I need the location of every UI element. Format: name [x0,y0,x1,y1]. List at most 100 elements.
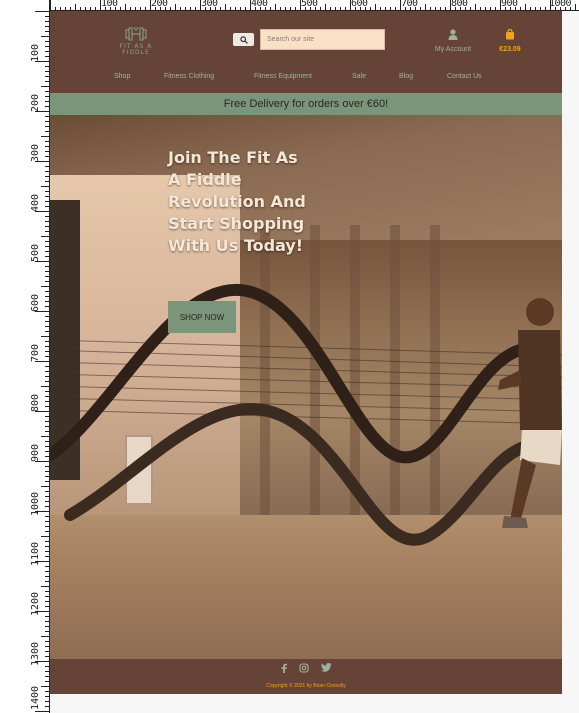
ruler-label: 1400 [30,685,41,710]
dumbbell-logo-icon [125,26,147,41]
ruler-tick [545,7,546,10]
shop-now-button[interactable]: SHOP NOW [168,301,236,333]
web-page: FIT AS A FIDDLE Search our site My Accou… [50,11,562,694]
social-links [50,663,562,676]
ruler-tick [450,0,451,10]
ruler-tick [41,436,50,437]
nav-item-contact-us[interactable]: Contact Us [447,73,482,80]
copyright-text: Copyright © 2021 by Brian Connolly [266,683,346,689]
ruler-label: 1100 [30,541,41,566]
ruler-label: 1200 [30,591,41,616]
my-account-link[interactable]: My Account [430,25,476,53]
nav-item-sale[interactable]: Sale [352,73,366,80]
ruler-tick [100,0,101,10]
ruler-tick [41,686,50,687]
ruler-tick [530,7,531,10]
ruler-tick [380,7,381,10]
delivery-banner: Free Delivery for orders over €60! [50,93,562,115]
nav-item-fitness-equipment[interactable]: Fitness Equipment [254,73,312,80]
ruler-tick [310,7,311,10]
ruler-tick [190,7,191,10]
ruler-tick [370,7,371,10]
main-nav: Shop Fitness Clothing Fitness Equipment … [50,73,562,85]
ruler-tick [70,7,71,10]
search-input[interactable]: Search our site [260,29,385,50]
ruler-tick [60,7,61,10]
site-header: FIT AS A FIDDLE Search our site My Accou… [50,11,562,93]
ruler-tick [41,386,50,387]
ruler-tick [390,7,391,10]
ruler-tick [305,7,306,10]
ruler-tick [280,7,281,10]
ruler-tick [41,286,50,287]
twitter-icon[interactable] [320,663,332,676]
ruler-tick [110,7,111,10]
ruler-tick [130,7,131,10]
shopping-bag-link[interactable]: €23.09 [492,25,528,53]
facebook-icon[interactable] [281,663,287,676]
ruler-tick [355,7,356,10]
ruler-tick [170,7,171,10]
ruler-tick [145,7,146,10]
search-placeholder: Search our site [267,36,315,43]
ruler-tick [41,636,50,637]
ruler-tick [41,536,50,537]
ruler-tick [115,7,116,10]
ruler-tick [35,361,50,362]
ruler-tick [35,211,50,212]
ruler-tick [125,4,126,10]
site-logo[interactable]: FIT AS A FIDDLE [116,25,156,57]
ruler-tick [480,7,481,10]
ruler-tick [35,461,50,462]
ruler-tick [430,7,431,10]
search-button[interactable] [233,33,254,46]
ruler-tick [455,7,456,10]
ruler-tick [41,336,50,337]
ruler-tick [50,0,51,10]
ruler-tick [200,0,201,10]
ruler-tick [475,4,476,10]
ruler-tick [315,7,316,10]
ruler-tick [300,0,301,10]
ruler-label: 500 [30,243,41,262]
ruler-tick [255,7,256,10]
ruler-tick [41,36,50,37]
ruler-label: 300 [30,143,41,162]
ruler-tick [180,7,181,10]
ruler-tick [395,7,396,10]
nav-item-blog[interactable]: Blog [399,73,413,80]
ruler-tick [165,7,166,10]
ruler-tick [565,7,566,10]
nav-item-shop[interactable]: Shop [114,73,130,80]
search-icon [239,35,248,44]
ruler-tick [485,7,486,10]
shopping-bag-icon [506,28,514,40]
ruler-tick [225,4,226,10]
ruler-tick [270,7,271,10]
ruler-tick [90,7,91,10]
ruler-tick [320,7,321,10]
ruler-tick [150,0,151,10]
ruler-tick [245,7,246,10]
ruler-tick [505,7,506,10]
nav-item-fitness-clothing[interactable]: Fitness Clothing [164,73,214,80]
ruler-tick [85,7,86,10]
ruler-tick [405,7,406,10]
ruler-tick [525,4,526,10]
hero-title: Join The Fit As A Fiddle Revolution And … [168,148,306,255]
instagram-icon[interactable] [298,663,309,676]
ruler-tick [540,7,541,10]
ruler-tick [35,11,50,12]
my-account-label: My Account [434,46,472,53]
ruler-label: 1300 [30,641,41,666]
ruler-label: 900 [30,443,41,462]
ruler-tick [35,311,50,312]
ruler-tick [265,7,266,10]
ruler-tick [510,7,511,10]
ruler-tick [75,4,76,10]
ruler-tick [195,7,196,10]
ruler-tick [550,0,551,10]
ruler-tick [495,7,496,10]
ruler-tick [365,7,366,10]
ruler-tick [35,661,50,662]
